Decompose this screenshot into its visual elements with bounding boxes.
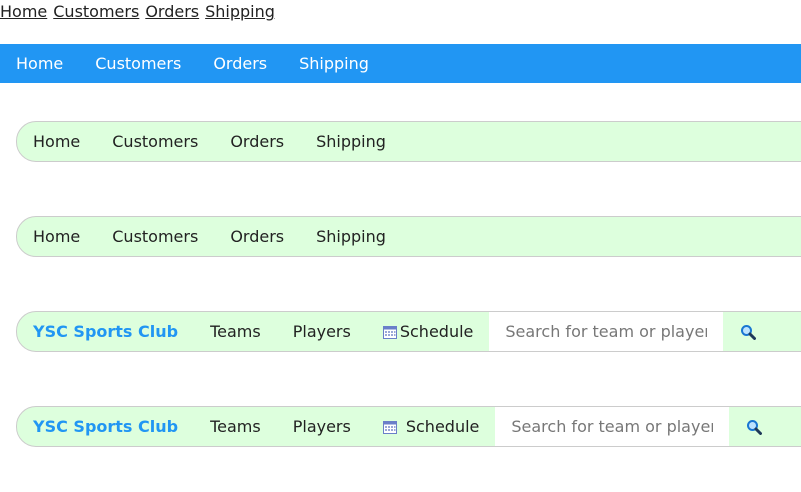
green-navbar-1: Home Customers Orders Shipping (16, 121, 801, 162)
green2-nav-orders-link[interactable]: Orders (214, 217, 300, 256)
club1-schedule-label: Schedule (399, 322, 474, 341)
club1-players-link[interactable]: Players (277, 312, 367, 351)
club1-teams-link[interactable]: Teams (194, 312, 277, 351)
plain-nav: Home Customers Orders Shipping (0, 1, 281, 23)
calendar-icon (382, 421, 397, 434)
club-navbar-1: YSC Sports Club Teams Players Schedule (16, 311, 801, 352)
plain-nav-customers-link[interactable]: Customers (53, 2, 139, 22)
plain-nav-orders-link[interactable]: Orders (145, 2, 199, 22)
blue-nav-shipping-link[interactable]: Shipping (283, 44, 385, 83)
club1-search-input[interactable] (489, 312, 724, 351)
blue-navbar: Home Customers Orders Shipping (0, 44, 801, 83)
club2-search-input[interactable] (495, 407, 730, 446)
plain-nav-shipping-link[interactable]: Shipping (205, 2, 275, 22)
club2-schedule-label: Schedule (405, 417, 480, 436)
green1-nav-customers-link[interactable]: Customers (96, 122, 214, 161)
club2-teams-link[interactable]: Teams (194, 407, 277, 446)
green1-nav-orders-link[interactable]: Orders (214, 122, 300, 161)
green-navbar-2: Home Customers Orders Shipping (16, 216, 801, 257)
green1-nav-shipping-link[interactable]: Shipping (300, 122, 402, 161)
green2-nav-shipping-link[interactable]: Shipping (300, 217, 402, 256)
club2-brand-link[interactable]: YSC Sports Club (17, 407, 194, 446)
club1-schedule-link[interactable]: Schedule (367, 312, 490, 351)
blue-nav-home-link[interactable]: Home (0, 44, 79, 83)
club1-search-button[interactable] (723, 312, 773, 351)
club1-brand-link[interactable]: YSC Sports Club (17, 312, 194, 351)
magnifier-icon (741, 324, 757, 340)
blue-nav-orders-link[interactable]: Orders (197, 44, 283, 83)
green2-nav-customers-link[interactable]: Customers (96, 217, 214, 256)
magnifier-icon (747, 419, 763, 435)
club2-search-button[interactable] (729, 407, 779, 446)
calendar-icon (382, 326, 397, 339)
club2-schedule-link[interactable]: Schedule (367, 407, 496, 446)
plain-nav-home-link[interactable]: Home (0, 2, 47, 22)
green1-nav-home-link[interactable]: Home (17, 122, 96, 161)
club-navbar-2: YSC Sports Club Teams Players Schedule (16, 406, 801, 447)
club2-players-link[interactable]: Players (277, 407, 367, 446)
green2-nav-home-link[interactable]: Home (17, 217, 96, 256)
blue-nav-customers-link[interactable]: Customers (79, 44, 197, 83)
